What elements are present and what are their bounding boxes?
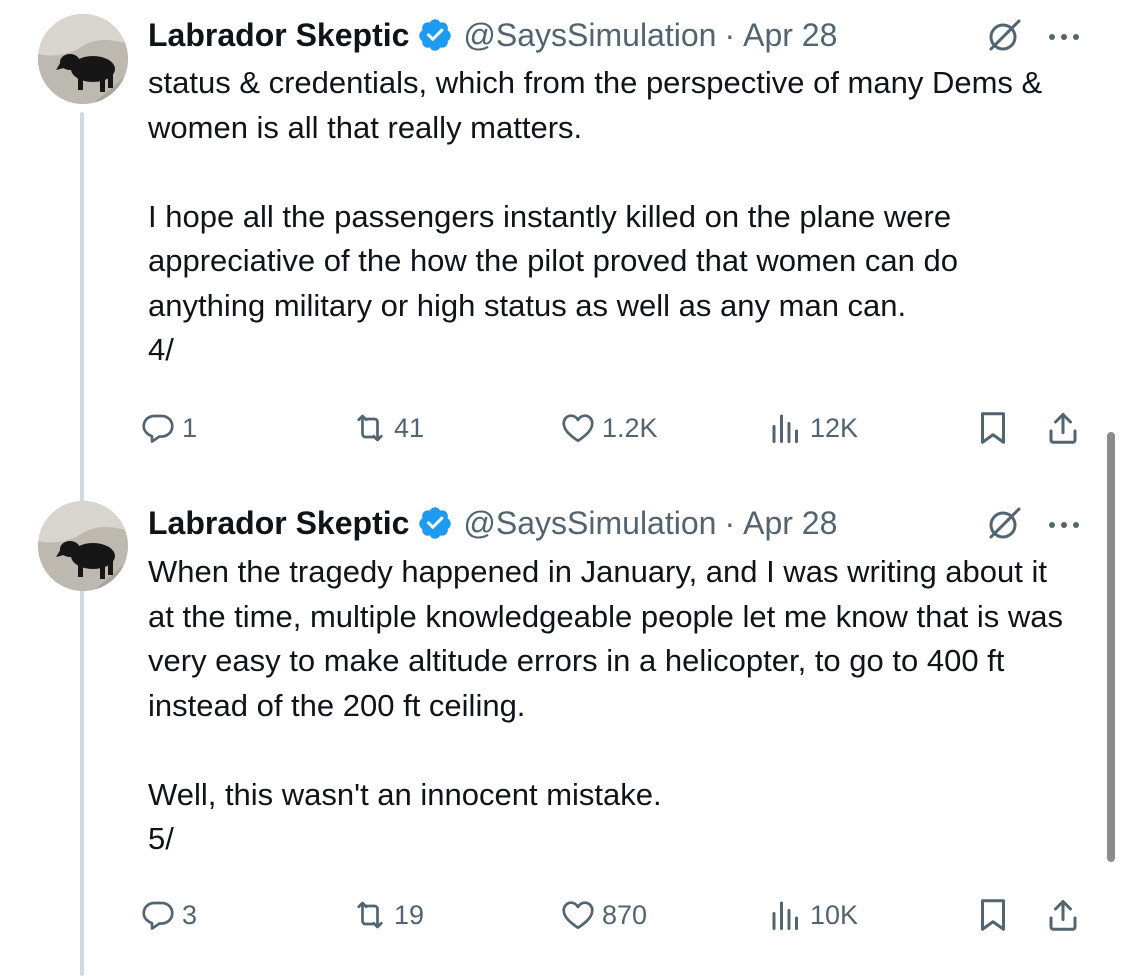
repost-button[interactable]: 41 [352,403,424,453]
views-button[interactable]: 12K [768,403,858,453]
author-name[interactable]: Labrador Skeptic [148,17,409,54]
separator-dot: · [724,16,736,53]
reply-button[interactable]: 1 [140,403,197,453]
repost-count: 41 [394,412,425,443]
heart-icon [562,414,594,443]
views-button[interactable]: 10K [768,890,858,940]
reply-icon [142,414,174,443]
more-dots-icon[interactable] [1044,503,1084,543]
repost-count: 19 [394,899,425,930]
reply-button[interactable]: 3 [140,890,197,940]
like-count: 870 [602,899,648,930]
tweet-actions: 3 19 870 10K [140,890,1090,940]
author-name[interactable]: Labrador Skeptic [148,505,409,542]
share-icon [1049,413,1077,444]
scrollbar[interactable] [1107,432,1115,862]
verified-badge-icon[interactable] [417,17,453,53]
tweet-date[interactable]: Apr 28 [743,17,837,54]
author-handle[interactable]: @SaysSimulation [463,505,716,542]
separator-dot: · [724,504,736,541]
more-dots-icon[interactable] [1044,15,1084,55]
tweet-text: When the tragedy happened in January, an… [148,554,1063,856]
bookmark-button[interactable] [975,403,1011,453]
views-chart-icon [772,414,798,443]
like-button[interactable]: 1.2K [560,403,658,453]
tweet-date[interactable]: Apr 28 [743,505,837,542]
like-button[interactable]: 870 [560,890,647,940]
views-count: 12K [810,412,859,443]
verified-badge-icon[interactable] [417,505,453,541]
grok-icon[interactable] [985,503,1025,543]
tweet-header: Labrador Skeptic @SaysSimulation · Apr 2… [148,13,837,57]
like-count: 1.2K [602,412,658,443]
share-button[interactable] [1045,890,1081,940]
reply-icon [142,901,174,930]
tweet-text: status & credentials, which from the per… [148,65,1043,367]
bookmark-icon [981,899,1005,931]
dog-avatar-image [38,14,128,104]
bookmark-button[interactable] [975,890,1011,940]
share-button[interactable] [1045,403,1081,453]
views-chart-icon [772,901,798,930]
repost-icon [357,901,383,929]
views-count: 10K [810,899,859,930]
bookmark-icon [981,412,1005,444]
repost-button[interactable]: 19 [352,890,424,940]
grok-icon[interactable] [985,15,1025,55]
dog-avatar-image [38,501,128,591]
share-icon [1049,900,1077,931]
tweet-actions: 1 41 1.2K 12K [140,403,1090,453]
avatar[interactable] [38,501,128,591]
author-handle[interactable]: @SaysSimulation [463,17,716,54]
reply-count: 3 [182,899,198,930]
repost-icon [357,414,383,442]
heart-icon [562,901,594,930]
tweet-header: Labrador Skeptic @SaysSimulation · Apr 2… [148,501,837,545]
reply-count: 1 [182,412,198,443]
avatar[interactable] [38,14,128,104]
